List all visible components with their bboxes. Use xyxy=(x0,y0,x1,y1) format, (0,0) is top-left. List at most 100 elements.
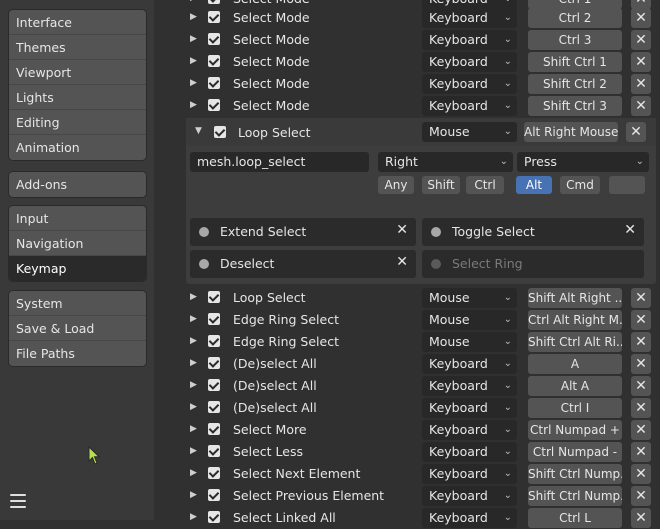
sidebar-item-file-paths[interactable]: File Paths xyxy=(9,341,146,366)
sidebar-item-save-load[interactable]: Save & Load xyxy=(9,316,146,341)
input-type-dropdown[interactable]: Keyboard ⌄ xyxy=(422,398,517,418)
sidebar-item-keymap[interactable]: Keymap xyxy=(9,256,146,281)
expand-triangle-icon[interactable]: ▶ xyxy=(190,512,197,522)
enabled-checkbox[interactable] xyxy=(208,55,220,67)
expand-triangle-icon[interactable]: ▶ xyxy=(190,100,197,110)
input-type-dropdown[interactable]: Keyboard ⌄ xyxy=(422,442,517,462)
enabled-checkbox[interactable] xyxy=(208,291,220,303)
key-binding-button[interactable]: Shift Ctrl Alt Ri... xyxy=(528,332,622,352)
mouse-button-dropdown[interactable]: Right ⌄ xyxy=(378,152,513,172)
enabled-checkbox[interactable] xyxy=(208,423,220,435)
input-type-dropdown[interactable]: Mouse ⌄ xyxy=(422,288,517,308)
enabled-checkbox[interactable] xyxy=(208,489,220,501)
enabled-checkbox[interactable] xyxy=(208,445,220,457)
expand-triangle-icon[interactable]: ▶ xyxy=(190,314,197,324)
key-binding-button[interactable]: Ctrl Alt Right M... xyxy=(528,310,622,330)
sidebar-item-lights[interactable]: Lights xyxy=(9,85,146,110)
key-binding-button[interactable]: Alt Right Mouse xyxy=(524,122,618,142)
input-type-dropdown[interactable]: Keyboard ⌄ xyxy=(422,464,517,484)
event-action-dropdown[interactable]: Press ⌄ xyxy=(517,152,649,172)
input-type-dropdown[interactable]: Keyboard ⌄ xyxy=(422,376,517,396)
remove-item-button[interactable]: ✕ xyxy=(631,8,651,28)
key-binding-button[interactable]: Shift Ctrl Nump... xyxy=(528,486,622,506)
remove-item-button[interactable]: ✕ xyxy=(631,398,651,418)
key-modifier-field[interactable] xyxy=(609,176,645,194)
expand-triangle-icon[interactable]: ▶ xyxy=(190,0,197,3)
modifier-any-button[interactable]: Any xyxy=(378,176,414,194)
input-type-dropdown[interactable]: Keyboard ⌄ xyxy=(422,8,517,28)
remove-property-icon[interactable]: ✕ xyxy=(624,222,636,238)
expand-triangle-icon[interactable]: ▶ xyxy=(190,78,197,88)
input-type-dropdown[interactable]: Keyboard ⌄ xyxy=(422,30,517,50)
collapse-triangle-icon[interactable]: ▼ xyxy=(195,126,202,136)
key-binding-button[interactable]: Shift Ctrl 1 xyxy=(528,52,622,72)
enabled-checkbox[interactable] xyxy=(208,379,220,391)
key-binding-button[interactable]: Ctrl 3 xyxy=(528,30,622,50)
input-type-dropdown[interactable]: Mouse ⌄ xyxy=(422,310,517,330)
enabled-checkbox[interactable] xyxy=(208,467,220,479)
key-binding-button[interactable]: Shift Alt Right ... xyxy=(528,288,622,308)
remove-item-button[interactable]: ✕ xyxy=(631,354,651,374)
operator-id-field[interactable]: mesh.loop_select xyxy=(190,152,369,172)
expand-triangle-icon[interactable]: ▶ xyxy=(190,358,197,368)
remove-property-icon[interactable]: ✕ xyxy=(396,222,408,238)
expand-triangle-icon[interactable]: ▶ xyxy=(190,380,197,390)
input-type-dropdown[interactable]: Keyboard ⌄ xyxy=(422,508,517,528)
expand-triangle-icon[interactable]: ▶ xyxy=(190,56,197,66)
remove-item-button[interactable]: ✕ xyxy=(631,442,651,462)
key-binding-button[interactable]: Ctrl Numpad + xyxy=(528,420,622,440)
sidebar-item-editing[interactable]: Editing xyxy=(9,110,146,135)
sidebar-item-interface[interactable]: Interface xyxy=(9,10,146,35)
sidebar-item-system[interactable]: System xyxy=(9,291,146,316)
modifier-ctrl-button[interactable]: Ctrl xyxy=(466,176,504,194)
property-deselect[interactable]: Deselect ✕ xyxy=(190,250,416,278)
sidebar-item-input[interactable]: Input xyxy=(9,206,146,231)
expand-triangle-icon[interactable]: ▶ xyxy=(190,402,197,412)
sidebar-item-themes[interactable]: Themes xyxy=(9,35,146,60)
modifier-cmd-button[interactable]: Cmd xyxy=(560,176,600,194)
key-binding-button[interactable]: Ctrl Numpad - xyxy=(528,442,622,462)
remove-item-button[interactable]: ✕ xyxy=(631,74,651,94)
key-binding-button[interactable]: Alt A xyxy=(528,376,622,396)
input-type-dropdown[interactable]: Mouse ⌄ xyxy=(422,332,517,352)
enabled-checkbox[interactable] xyxy=(208,401,220,413)
property-toggle-select[interactable]: Toggle Select ✕ xyxy=(422,218,644,246)
remove-item-button[interactable]: ✕ xyxy=(631,96,651,116)
input-type-dropdown[interactable]: Keyboard ⌄ xyxy=(422,52,517,72)
remove-item-button[interactable]: ✕ xyxy=(631,376,651,396)
key-binding-button[interactable]: Shift Ctrl 2 xyxy=(528,74,622,94)
remove-item-button[interactable]: ✕ xyxy=(631,508,651,528)
key-binding-button[interactable]: Shift Ctrl 3 xyxy=(528,96,622,116)
remove-item-button[interactable]: ✕ xyxy=(631,486,651,506)
input-type-dropdown[interactable]: Keyboard ⌄ xyxy=(422,420,517,440)
remove-item-button[interactable]: ✕ xyxy=(631,310,651,330)
remove-item-button[interactable]: ✕ xyxy=(631,464,651,484)
modifier-alt-button[interactable]: Alt xyxy=(516,176,552,194)
remove-item-button[interactable]: ✕ xyxy=(631,332,651,352)
hamburger-icon[interactable] xyxy=(10,494,26,508)
sidebar-item-viewport[interactable]: Viewport xyxy=(9,60,146,85)
property-select-ring[interactable]: Select Ring xyxy=(422,250,644,278)
expand-triangle-icon[interactable]: ▶ xyxy=(190,490,197,500)
expand-triangle-icon[interactable]: ▶ xyxy=(190,12,197,22)
enabled-checkbox[interactable] xyxy=(208,511,220,523)
enabled-checkbox[interactable] xyxy=(208,33,220,45)
enabled-checkbox[interactable] xyxy=(208,357,220,369)
expand-triangle-icon[interactable]: ▶ xyxy=(190,446,197,456)
remove-item-button[interactable]: ✕ xyxy=(631,52,651,72)
input-type-dropdown[interactable]: Keyboard ⌄ xyxy=(422,354,517,374)
enabled-checkbox[interactable] xyxy=(208,0,220,4)
expand-triangle-icon[interactable]: ▶ xyxy=(190,292,197,302)
input-type-dropdown[interactable]: Keyboard ⌄ xyxy=(422,96,517,116)
enabled-checkbox[interactable] xyxy=(208,99,220,111)
expand-triangle-icon[interactable]: ▶ xyxy=(190,34,197,44)
enabled-checkbox[interactable] xyxy=(208,335,220,347)
input-type-dropdown[interactable]: Keyboard ⌄ xyxy=(422,486,517,506)
remove-item-button[interactable]: ✕ xyxy=(626,122,646,142)
sidebar-item-add-ons[interactable]: Add-ons xyxy=(9,172,146,197)
property-extend-select[interactable]: Extend Select ✕ xyxy=(190,218,416,246)
key-binding-button[interactable]: Ctrl 2 xyxy=(528,8,622,28)
key-binding-button[interactable]: Ctrl I xyxy=(528,398,622,418)
remove-item-button[interactable]: ✕ xyxy=(631,420,651,440)
key-binding-button[interactable]: Ctrl L xyxy=(528,508,622,528)
